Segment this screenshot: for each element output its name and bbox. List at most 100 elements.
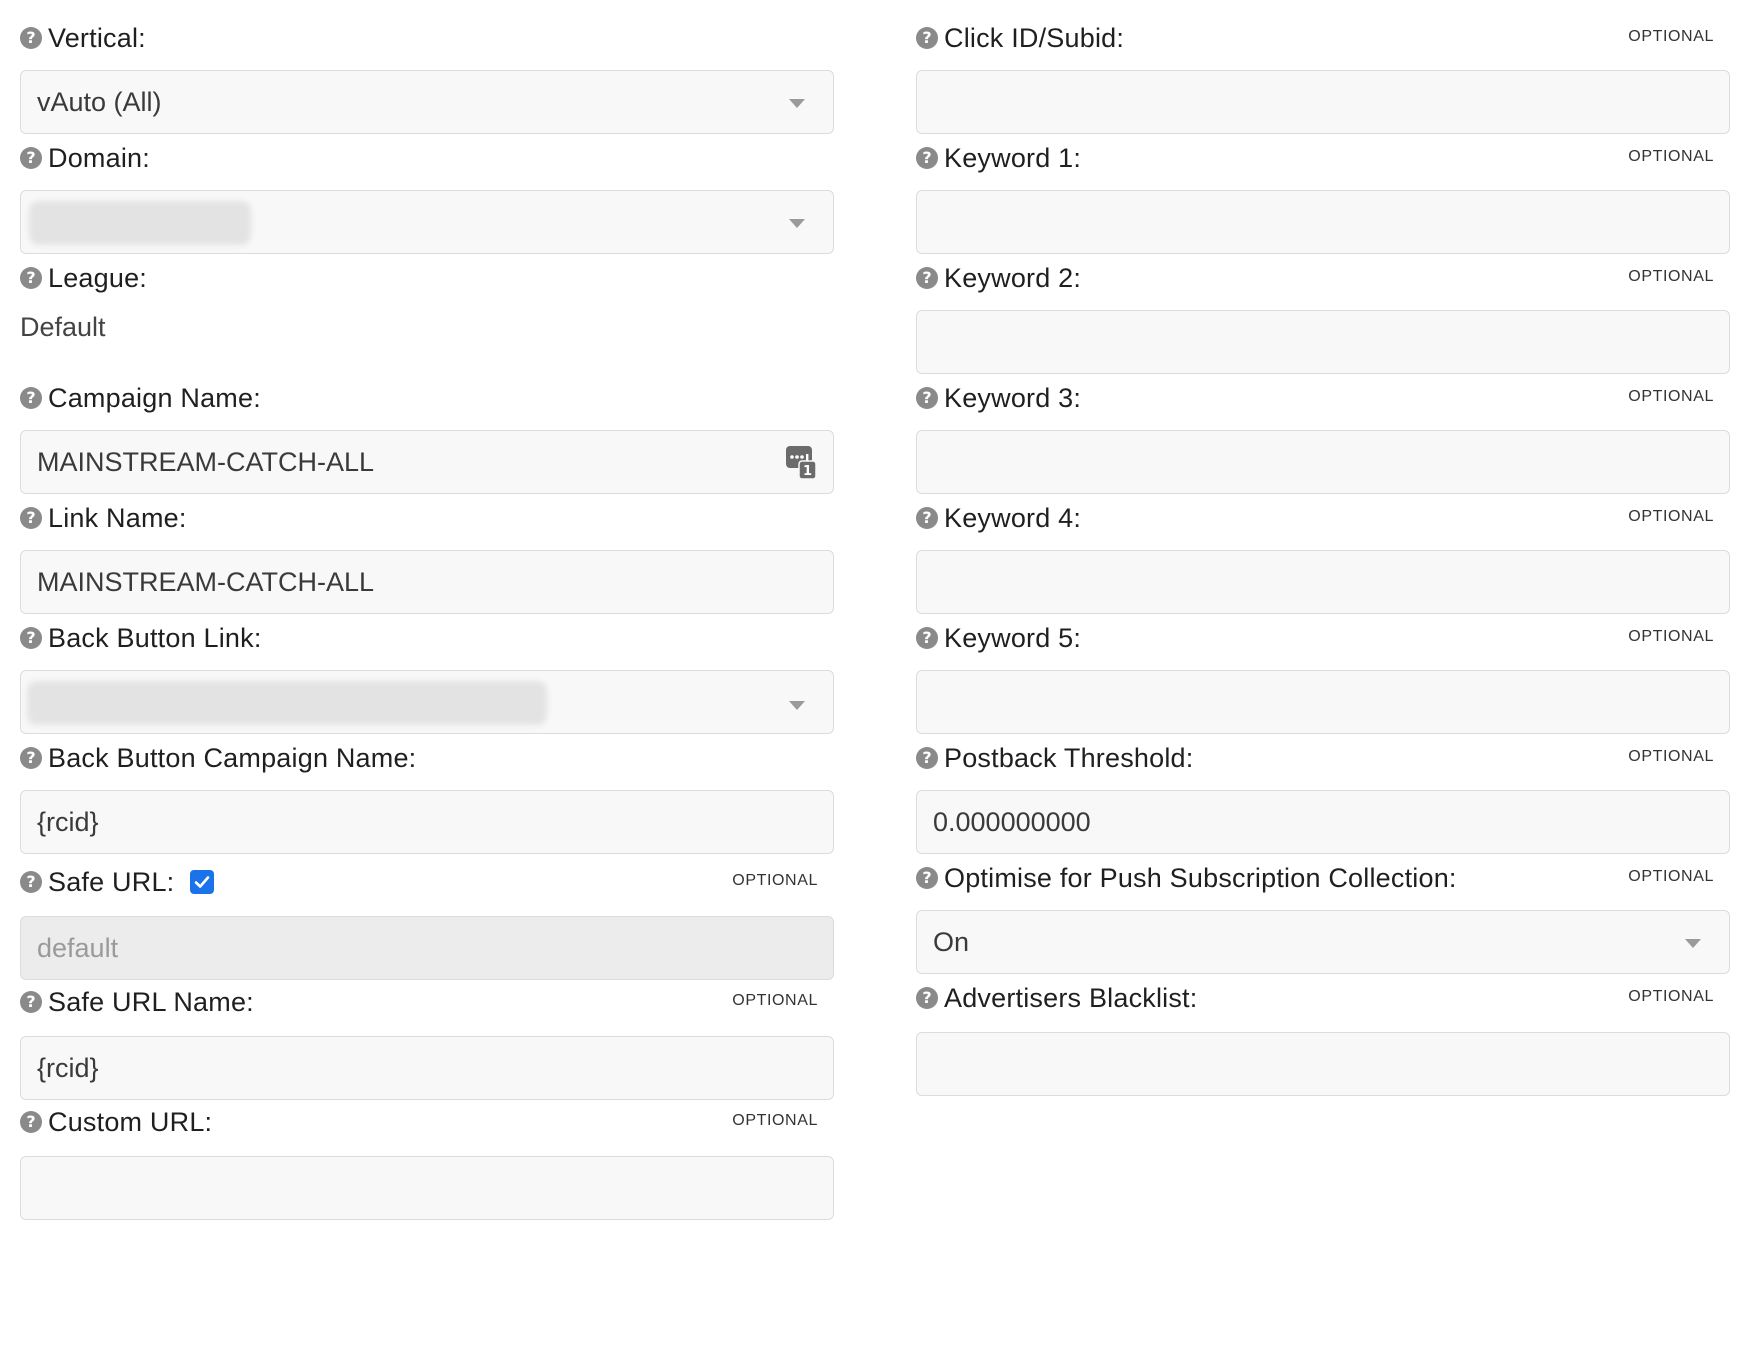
back-button-campaign-name-field: ? Back Button Campaign Name: {rcid} xyxy=(20,738,836,854)
keyword1-label: Keyword 1: xyxy=(944,142,1082,173)
safe-url-name-input[interactable]: {rcid} xyxy=(20,1036,834,1100)
custom-url-label: Custom URL: xyxy=(48,1106,213,1137)
keyword3-input[interactable] xyxy=(916,430,1730,494)
optimise-push-label-row: ? Optimise for Push Subscription Collect… xyxy=(916,858,1732,898)
vertical-selected-value: vAuto (All) xyxy=(37,86,162,117)
counter-badge-text: 1 xyxy=(803,464,812,479)
help-icon[interactable]: ? xyxy=(20,147,42,169)
vertical-label: Vertical: xyxy=(48,22,146,53)
optimise-push-select[interactable]: On xyxy=(916,910,1730,974)
optional-tag: OPTIONAL xyxy=(732,872,818,889)
back-button-campaign-name-input[interactable]: {rcid} xyxy=(20,790,834,854)
keyword2-label-row: ? Keyword 2: OPTIONAL xyxy=(916,258,1732,298)
keyword4-field: ? Keyword 4: OPTIONAL xyxy=(916,498,1732,614)
vertical-field: ? Vertical: vAuto (All) xyxy=(20,18,836,134)
keyword4-label-row: ? Keyword 4: OPTIONAL xyxy=(916,498,1732,538)
back-button-link-label-row: ? Back Button Link: xyxy=(20,618,836,658)
postback-threshold-label: Postback Threshold: xyxy=(944,742,1194,773)
keyword5-label: Keyword 5: xyxy=(944,622,1082,653)
league-label-row: ? League: xyxy=(20,258,836,298)
safe-url-label: Safe URL: xyxy=(48,866,175,897)
chevron-down-icon xyxy=(789,219,805,228)
custom-url-input[interactable] xyxy=(20,1156,834,1220)
help-icon[interactable]: ? xyxy=(916,27,938,49)
keyword2-label: Keyword 2: xyxy=(944,262,1082,293)
keyword5-input[interactable] xyxy=(916,670,1730,734)
vertical-label-row: ? Vertical: xyxy=(20,18,836,58)
chevron-down-icon xyxy=(1685,939,1701,948)
postback-threshold-value: 0.000000000 xyxy=(933,806,1091,837)
back-button-campaign-name-label: Back Button Campaign Name: xyxy=(48,742,417,773)
safe-url-name-field: ? Safe URL Name: OPTIONAL {rcid} xyxy=(20,982,836,1100)
help-icon[interactable]: ? xyxy=(916,627,938,649)
domain-label: Domain: xyxy=(48,142,150,173)
help-icon[interactable]: ? xyxy=(916,867,938,889)
keyword3-label-row: ? Keyword 3: OPTIONAL xyxy=(916,378,1732,418)
help-icon[interactable]: ? xyxy=(20,747,42,769)
keyword2-input[interactable] xyxy=(916,310,1730,374)
optional-tag: OPTIONAL xyxy=(1628,868,1714,885)
domain-label-row: ? Domain: xyxy=(20,138,836,178)
optimise-push-selected-value: On xyxy=(933,926,970,957)
keyword5-field: ? Keyword 5: OPTIONAL xyxy=(916,618,1732,734)
league-field: ? League: Default xyxy=(20,258,836,342)
optimise-push-field: ? Optimise for Push Subscription Collect… xyxy=(916,858,1732,974)
help-icon[interactable]: ? xyxy=(20,387,42,409)
vertical-select[interactable]: vAuto (All) xyxy=(20,70,834,134)
help-icon[interactable]: ? xyxy=(20,267,42,289)
postback-threshold-input[interactable]: 0.000000000 xyxy=(916,790,1730,854)
link-name-field: ? Link Name: MAINSTREAM-CATCH-ALL xyxy=(20,498,836,614)
campaign-name-label: Campaign Name: xyxy=(48,382,261,413)
help-icon[interactable]: ? xyxy=(916,267,938,289)
link-name-input[interactable]: MAINSTREAM-CATCH-ALL xyxy=(20,550,834,614)
campaign-name-input[interactable]: MAINSTREAM-CATCH-ALL 1 xyxy=(20,430,834,494)
safe-url-value: default xyxy=(37,932,119,963)
back-button-link-select[interactable] xyxy=(20,670,834,734)
keyword1-field: ? Keyword 1: OPTIONAL xyxy=(916,138,1732,254)
back-button-link-label: Back Button Link: xyxy=(48,622,262,653)
keyword4-input[interactable] xyxy=(916,550,1730,614)
help-icon[interactable]: ? xyxy=(20,1111,42,1133)
custom-url-label-row: ? Custom URL: OPTIONAL xyxy=(20,1102,836,1142)
optional-tag: OPTIONAL xyxy=(1628,988,1714,1005)
advertisers-blacklist-field: ? Advertisers Blacklist: OPTIONAL xyxy=(916,978,1732,1096)
keyword1-input[interactable] xyxy=(916,190,1730,254)
help-icon[interactable]: ? xyxy=(20,27,42,49)
domain-select[interactable] xyxy=(20,190,834,254)
help-icon[interactable]: ? xyxy=(916,987,938,1009)
link-name-label-row: ? Link Name: xyxy=(20,498,836,538)
optional-tag: OPTIONAL xyxy=(1628,508,1714,525)
help-icon[interactable]: ? xyxy=(20,507,42,529)
help-icon[interactable]: ? xyxy=(916,747,938,769)
click-id-input[interactable] xyxy=(916,70,1730,134)
link-name-value: MAINSTREAM-CATCH-ALL xyxy=(37,566,375,597)
optional-tag: OPTIONAL xyxy=(732,992,818,1009)
safe-url-name-label: Safe URL Name: xyxy=(48,986,254,1017)
back-button-campaign-name-label-row: ? Back Button Campaign Name: xyxy=(20,738,836,778)
optional-tag: OPTIONAL xyxy=(1628,28,1714,45)
safe-url-field: ? Safe URL: OPTIONAL default xyxy=(20,862,836,980)
optimise-push-label: Optimise for Push Subscription Collectio… xyxy=(944,862,1457,893)
click-id-field: ? Click ID/Subid: OPTIONAL xyxy=(916,18,1732,134)
character-counter-icon[interactable]: 1 xyxy=(785,445,817,481)
chevron-down-icon xyxy=(789,701,805,710)
redacted-back-button-link-value xyxy=(27,681,547,725)
back-button-link-field: ? Back Button Link: xyxy=(20,618,836,734)
optional-tag: OPTIONAL xyxy=(1628,388,1714,405)
help-icon[interactable]: ? xyxy=(20,871,42,893)
advertisers-blacklist-input[interactable] xyxy=(916,1032,1730,1096)
help-icon[interactable]: ? xyxy=(20,991,42,1013)
safe-url-label-row: ? Safe URL: OPTIONAL xyxy=(20,862,836,902)
keyword4-label: Keyword 4: xyxy=(944,502,1082,533)
optional-tag: OPTIONAL xyxy=(1628,748,1714,765)
chevron-down-icon xyxy=(789,99,805,108)
help-icon[interactable]: ? xyxy=(20,627,42,649)
back-button-campaign-name-value: {rcid} xyxy=(37,806,99,837)
keyword3-field: ? Keyword 3: OPTIONAL xyxy=(916,378,1732,494)
help-icon[interactable]: ? xyxy=(916,147,938,169)
league-label: League: xyxy=(48,262,147,293)
keyword3-label: Keyword 3: xyxy=(944,382,1082,413)
safe-url-checkbox[interactable] xyxy=(190,870,215,894)
help-icon[interactable]: ? xyxy=(916,507,938,529)
help-icon[interactable]: ? xyxy=(916,387,938,409)
